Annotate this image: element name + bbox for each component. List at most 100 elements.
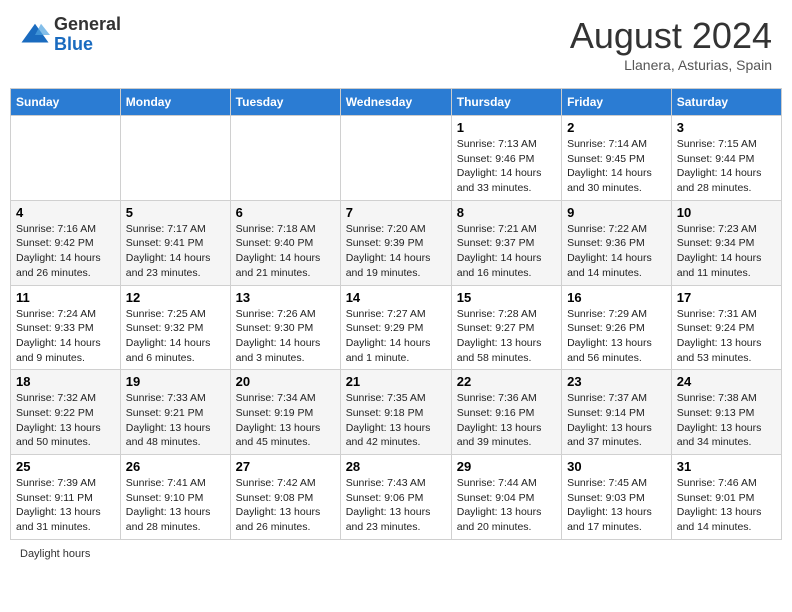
day-number: 7	[346, 205, 446, 220]
day-number: 18	[16, 374, 115, 389]
calendar-cell: 16 Sunrise: 7:29 AMSunset: 9:26 PMDayligh…	[562, 285, 672, 370]
day-info: Sunrise: 7:14 AMSunset: 9:45 PMDaylight:…	[567, 137, 666, 196]
day-info: Sunrise: 7:13 AMSunset: 9:46 PMDaylight:…	[457, 137, 556, 196]
day-info: Sunrise: 7:33 AMSunset: 9:21 PMDaylight:…	[126, 391, 225, 450]
calendar-cell: 14 Sunrise: 7:27 AMSunset: 9:29 PMDayligh…	[340, 285, 451, 370]
calendar-header-tuesday: Tuesday	[230, 89, 340, 116]
day-number: 3	[677, 120, 776, 135]
day-info: Sunrise: 7:18 AMSunset: 9:40 PMDaylight:…	[236, 222, 335, 281]
calendar-cell: 20Sunrise: 7:34 AMSunset: 9:19 PMDayligh…	[230, 370, 340, 455]
day-info: Sunrise: 7:43 AMSunset: 9:06 PMDaylight:…	[346, 476, 446, 535]
calendar-header-thursday: Thursday	[451, 89, 561, 116]
day-number: 17	[677, 290, 776, 305]
footer: Daylight hours	[10, 548, 782, 560]
calendar-week-row: 25 Sunrise: 7:39 AMSunset: 9:11 PMDayligh…	[11, 455, 782, 540]
calendar-cell: 9 Sunrise: 7:22 AMSunset: 9:36 PMDaylight…	[562, 200, 672, 285]
calendar-header-friday: Friday	[562, 89, 672, 116]
calendar-cell: 30Sunrise: 7:45 AMSunset: 9:03 PMDayligh…	[562, 455, 672, 540]
day-number: 12	[126, 290, 225, 305]
calendar-cell: 28 Sunrise: 7:43 AMSunset: 9:06 PMDayligh…	[340, 455, 451, 540]
day-info: Sunrise: 7:29 AMSunset: 9:26 PMDaylight:…	[567, 307, 666, 366]
day-number: 22	[457, 374, 556, 389]
day-info: Sunrise: 7:39 AMSunset: 9:11 PMDaylight:…	[16, 476, 115, 535]
calendar-cell: 3 Sunrise: 7:15 AMSunset: 9:44 PMDaylight…	[671, 116, 781, 201]
day-info: Sunrise: 7:24 AMSunset: 9:33 PMDaylight:…	[16, 307, 115, 366]
day-number: 26	[126, 459, 225, 474]
calendar-cell: 13 Sunrise: 7:26 AMSunset: 9:30 PMDayligh…	[230, 285, 340, 370]
calendar-cell: 26Sunrise: 7:41 AMSunset: 9:10 PMDayligh…	[120, 455, 230, 540]
calendar-cell: 21 Sunrise: 7:35 AMSunset: 9:18 PMDayligh…	[340, 370, 451, 455]
calendar-cell: 22Sunrise: 7:36 AMSunset: 9:16 PMDayligh…	[451, 370, 561, 455]
daylight-hours-label: Daylight hours	[20, 548, 90, 560]
calendar-header-wednesday: Wednesday	[340, 89, 451, 116]
day-number: 25	[16, 459, 115, 474]
calendar-cell	[120, 116, 230, 201]
day-info: Sunrise: 7:38 AMSunset: 9:13 PMDaylight:…	[677, 391, 776, 450]
calendar-week-row: 4 Sunrise: 7:16 AMSunset: 9:42 PMDaylight…	[11, 200, 782, 285]
calendar-cell: 31 Sunrise: 7:46 AMSunset: 9:01 PMDayligh…	[671, 455, 781, 540]
logo: General Blue	[20, 15, 121, 55]
day-number: 14	[346, 290, 446, 305]
logo-icon	[20, 20, 50, 50]
calendar-header-row: SundayMondayTuesdayWednesdayThursdayFrid…	[11, 89, 782, 116]
calendar-cell: 23Sunrise: 7:37 AMSunset: 9:14 PMDayligh…	[562, 370, 672, 455]
day-info: Sunrise: 7:26 AMSunset: 9:30 PMDaylight:…	[236, 307, 335, 366]
calendar-cell: 6Sunrise: 7:18 AMSunset: 9:40 PMDaylight…	[230, 200, 340, 285]
day-number: 21	[346, 374, 446, 389]
calendar-cell: 4 Sunrise: 7:16 AMSunset: 9:42 PMDaylight…	[11, 200, 121, 285]
page-header: General Blue August 2024 Llanera, Asturi…	[10, 10, 782, 78]
day-number: 11	[16, 290, 115, 305]
day-number: 4	[16, 205, 115, 220]
day-number: 23	[567, 374, 666, 389]
logo-general-text: General	[54, 15, 121, 35]
calendar-cell: 10Sunrise: 7:23 AMSunset: 9:34 PMDayligh…	[671, 200, 781, 285]
day-number: 13	[236, 290, 335, 305]
day-info: Sunrise: 7:44 AMSunset: 9:04 PMDaylight:…	[457, 476, 556, 535]
day-number: 20	[236, 374, 335, 389]
calendar-cell: 15Sunrise: 7:28 AMSunset: 9:27 PMDayligh…	[451, 285, 561, 370]
calendar-cell: 5Sunrise: 7:17 AMSunset: 9:41 PMDaylight…	[120, 200, 230, 285]
day-number: 30	[567, 459, 666, 474]
calendar-cell: 12Sunrise: 7:25 AMSunset: 9:32 PMDayligh…	[120, 285, 230, 370]
calendar-week-row: 18 Sunrise: 7:32 AMSunset: 9:22 PMDayligh…	[11, 370, 782, 455]
logo-text: General Blue	[54, 15, 121, 55]
calendar-cell: 2Sunrise: 7:14 AMSunset: 9:45 PMDaylight…	[562, 116, 672, 201]
calendar-cell: 24Sunrise: 7:38 AMSunset: 9:13 PMDayligh…	[671, 370, 781, 455]
day-info: Sunrise: 7:16 AMSunset: 9:42 PMDaylight:…	[16, 222, 115, 281]
calendar-cell	[11, 116, 121, 201]
month-title: August 2024	[570, 15, 772, 57]
day-number: 31	[677, 459, 776, 474]
day-number: 9	[567, 205, 666, 220]
title-block: August 2024 Llanera, Asturias, Spain	[570, 15, 772, 73]
day-info: Sunrise: 7:32 AMSunset: 9:22 PMDaylight:…	[16, 391, 115, 450]
calendar-header-monday: Monday	[120, 89, 230, 116]
day-info: Sunrise: 7:27 AMSunset: 9:29 PMDaylight:…	[346, 307, 446, 366]
location-text: Llanera, Asturias, Spain	[570, 57, 772, 73]
day-number: 8	[457, 205, 556, 220]
calendar-cell: 27 Sunrise: 7:42 AMSunset: 9:08 PMDayligh…	[230, 455, 340, 540]
day-number: 1	[457, 120, 556, 135]
day-info: Sunrise: 7:46 AMSunset: 9:01 PMDaylight:…	[677, 476, 776, 535]
calendar-cell	[230, 116, 340, 201]
day-info: Sunrise: 7:21 AMSunset: 9:37 PMDaylight:…	[457, 222, 556, 281]
calendar-header-sunday: Sunday	[11, 89, 121, 116]
calendar-cell: 11 Sunrise: 7:24 AMSunset: 9:33 PMDayligh…	[11, 285, 121, 370]
calendar-cell: 25 Sunrise: 7:39 AMSunset: 9:11 PMDayligh…	[11, 455, 121, 540]
day-number: 27	[236, 459, 335, 474]
calendar-cell: 1 Sunrise: 7:13 AMSunset: 9:46 PMDaylight…	[451, 116, 561, 201]
calendar-cell: 7Sunrise: 7:20 AMSunset: 9:39 PMDaylight…	[340, 200, 451, 285]
day-number: 19	[126, 374, 225, 389]
calendar-table: SundayMondayTuesdayWednesdayThursdayFrid…	[10, 88, 782, 540]
day-info: Sunrise: 7:42 AMSunset: 9:08 PMDaylight:…	[236, 476, 335, 535]
calendar-cell: 17Sunrise: 7:31 AMSunset: 9:24 PMDayligh…	[671, 285, 781, 370]
day-info: Sunrise: 7:28 AMSunset: 9:27 PMDaylight:…	[457, 307, 556, 366]
day-number: 28	[346, 459, 446, 474]
calendar-cell: 18 Sunrise: 7:32 AMSunset: 9:22 PMDayligh…	[11, 370, 121, 455]
day-info: Sunrise: 7:35 AMSunset: 9:18 PMDaylight:…	[346, 391, 446, 450]
day-info: Sunrise: 7:15 AMSunset: 9:44 PMDaylight:…	[677, 137, 776, 196]
calendar-week-row: 1 Sunrise: 7:13 AMSunset: 9:46 PMDaylight…	[11, 116, 782, 201]
day-info: Sunrise: 7:22 AMSunset: 9:36 PMDaylight:…	[567, 222, 666, 281]
day-number: 5	[126, 205, 225, 220]
calendar-header-saturday: Saturday	[671, 89, 781, 116]
day-number: 16	[567, 290, 666, 305]
